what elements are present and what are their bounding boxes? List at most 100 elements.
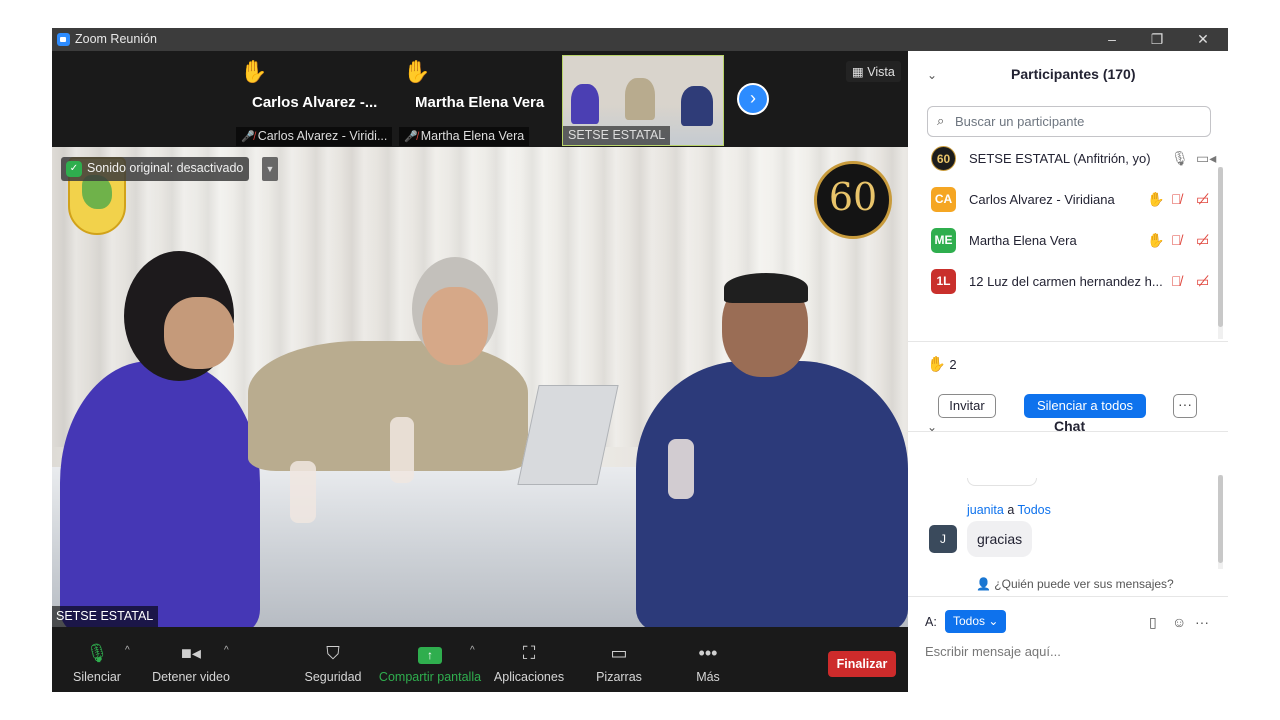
raised-hand-icon: ✋ bbox=[1147, 191, 1165, 207]
avatar: J bbox=[929, 525, 957, 553]
zoom-app-icon bbox=[57, 33, 70, 46]
whiteboards-button[interactable]: ▭ Pizarras bbox=[592, 627, 646, 692]
emoji-icon[interactable]: ☺ bbox=[1172, 614, 1186, 630]
share-options-caret[interactable]: ^ bbox=[470, 645, 475, 656]
raised-hand-icon: ✋ bbox=[240, 59, 268, 84]
stop-video-label: Detener video bbox=[152, 670, 230, 684]
person-center bbox=[248, 341, 528, 471]
view-label: Vista bbox=[867, 65, 895, 79]
tile-label: 🎤̸ Carlos Alvarez - Viridi... bbox=[236, 127, 393, 146]
video-camera-icon[interactable]: ▭◂ bbox=[1196, 150, 1216, 167]
to-word: a bbox=[1007, 503, 1015, 517]
raised-hand-icon: ✋ bbox=[1147, 232, 1165, 248]
scrollbar-thumb[interactable] bbox=[1218, 475, 1223, 563]
more-icon: ••• bbox=[698, 643, 718, 663]
tile-label-text: Martha Elena Vera bbox=[420, 129, 525, 143]
share-screen-label: Compartir pantalla bbox=[378, 670, 482, 684]
raised-hand-icon: ✋ bbox=[927, 356, 946, 373]
more-options-button[interactable]: ··· bbox=[1173, 394, 1197, 418]
video-off-icon[interactable]: ▭̸ bbox=[1196, 191, 1209, 208]
participant-row[interactable]: ME Martha Elena Vera ✋ 🎙̸ ▭̸ bbox=[927, 223, 1217, 259]
search-placeholder: Buscar un participante bbox=[955, 114, 1085, 129]
chat-scrollbar[interactable] bbox=[1218, 475, 1223, 569]
participant-row[interactable]: 1L 12 Luz del carmen hernandez h... 🎙̸ ▭… bbox=[927, 264, 1217, 300]
mic-muted-icon[interactable]: 🎙̸ bbox=[1171, 232, 1182, 248]
participant-row[interactable]: 60 SETSE ESTATAL (Anfitrión, yo) 🎙 ▭◂ bbox=[927, 141, 1217, 177]
divider bbox=[908, 341, 1228, 342]
speaker-label: SETSE ESTATAL bbox=[52, 606, 159, 627]
stop-video-button[interactable]: ■◂ Detener video bbox=[148, 627, 234, 692]
more-icon[interactable]: ··· bbox=[1195, 614, 1209, 630]
apps-icon: ⛶ bbox=[522, 643, 536, 663]
microphone-icon[interactable]: 🎙 bbox=[1171, 150, 1189, 167]
tile-label: 🎤̸ Martha Elena Vera bbox=[399, 127, 530, 146]
participant-row[interactable]: CA Carlos Alvarez - Viridiana ✋ 🎙̸ ▭̸ bbox=[927, 182, 1217, 218]
next-page-button[interactable]: › bbox=[737, 83, 769, 115]
invite-button[interactable]: Invitar bbox=[938, 394, 996, 418]
mic-muted-icon[interactable]: 🎙̸ bbox=[1171, 273, 1182, 289]
share-screen-icon: ↑ bbox=[378, 643, 482, 665]
mute-button[interactable]: 🎙 Silenciar bbox=[68, 627, 126, 692]
shield-icon: ⛉ bbox=[326, 643, 340, 663]
participant-name: Martha Elena Vera bbox=[969, 233, 1077, 248]
original-sound-notice[interactable]: ✓ Sonido original: desactivado bbox=[61, 157, 250, 181]
to-label: A: bbox=[925, 615, 937, 629]
video-person bbox=[625, 78, 655, 120]
tile-label-text: Carlos Alvarez - Viridi... bbox=[257, 129, 388, 143]
participant-name: 12 Luz del carmen hernandez h... bbox=[969, 274, 1163, 289]
avatar: 60 bbox=[931, 146, 956, 171]
main-video: ✓ Sonido original: desactivado ▼ 60 SETS… bbox=[52, 147, 908, 627]
previous-message-bubble bbox=[967, 478, 1037, 486]
more-button[interactable]: ••• Más bbox=[682, 627, 734, 692]
chat-message-input[interactable] bbox=[925, 641, 1215, 661]
who-can-see-link[interactable]: 👤 ¿Quién puede ver sus mensajes? bbox=[976, 577, 1174, 591]
video-area: ✋ Carlos Alvarez -... 🎤̸ Carlos Alvarez -… bbox=[52, 51, 908, 692]
minimize-button[interactable]: – bbox=[1089, 28, 1135, 51]
file-icon[interactable]: ▯ bbox=[1149, 614, 1157, 631]
end-meeting-button[interactable]: Finalizar bbox=[828, 651, 896, 677]
mic-muted-icon: 🎤̸ bbox=[241, 131, 255, 143]
participant-name: SETSE ESTATAL (Anfitrión, yo) bbox=[969, 151, 1151, 166]
video-off-icon[interactable]: ▭̸ bbox=[1196, 232, 1209, 249]
audio-options-caret[interactable]: ^ bbox=[125, 645, 130, 656]
chat-message: gracias bbox=[967, 521, 1033, 557]
anniversary-60-logo-text: 60 bbox=[828, 175, 878, 219]
person-center-face bbox=[422, 287, 488, 365]
participants-scrollbar[interactable] bbox=[1218, 167, 1223, 339]
recipient-name: Todos bbox=[1017, 503, 1051, 517]
scrollbar-thumb[interactable] bbox=[1218, 167, 1223, 327]
recipient-select[interactable]: Todos ⌄ bbox=[945, 610, 1007, 633]
mute-all-button[interactable]: Silenciar a todos bbox=[1024, 394, 1146, 418]
water-bottle bbox=[290, 461, 316, 523]
who-can-see-text: ¿Quién puede ver sus mensajes? bbox=[994, 577, 1174, 591]
raised-hands-count: 2 bbox=[949, 357, 957, 372]
video-person bbox=[681, 86, 713, 126]
chat-compose: A: Todos ⌄ ▯ ☺ ··· bbox=[908, 596, 1228, 692]
close-button[interactable]: ✕ bbox=[1180, 28, 1226, 51]
participant-search-input[interactable]: ⌕ Buscar un participante bbox=[927, 106, 1211, 137]
view-button[interactable]: ▦ Vista bbox=[846, 61, 901, 82]
apps-label: Aplicaciones bbox=[493, 670, 565, 684]
mic-muted-icon: 🎤̸ bbox=[404, 131, 418, 143]
recipient-select-value: Todos bbox=[953, 614, 986, 628]
avatar: 1L bbox=[931, 269, 956, 294]
water-bottle bbox=[668, 439, 694, 499]
mic-muted-icon[interactable]: 🎙̸ bbox=[1171, 191, 1182, 207]
video-options-caret[interactable]: ^ bbox=[224, 645, 229, 656]
mute-label: Silenciar bbox=[73, 670, 121, 684]
participant-tile-video[interactable]: SETSE ESTATAL bbox=[562, 55, 724, 146]
security-button[interactable]: ⛉ Seguridad bbox=[302, 627, 364, 692]
original-sound-menu-caret[interactable]: ▼ bbox=[262, 157, 278, 181]
share-screen-button[interactable]: ↑ Compartir pantalla bbox=[378, 627, 482, 692]
message-sender: juanita a Todos bbox=[967, 503, 1051, 517]
participant-tile[interactable]: ✋ Martha Elena Vera 🎤̸ Martha Elena Vera bbox=[399, 55, 559, 146]
participant-tile[interactable]: ✋ Carlos Alvarez -... 🎤̸ Carlos Alvarez -… bbox=[236, 55, 396, 146]
apps-button[interactable]: ⛶ Aplicaciones bbox=[492, 627, 566, 692]
security-label: Seguridad bbox=[304, 670, 362, 684]
restore-button[interactable]: ❐ bbox=[1134, 28, 1180, 51]
zoom-window: Zoom Reunión – ❐ ✕ ✋ Carlos Alvarez -...… bbox=[52, 28, 1228, 692]
collapse-chevron-icon[interactable]: ⌄ bbox=[927, 420, 937, 434]
collapse-chevron-icon[interactable]: ⌄ bbox=[927, 68, 937, 82]
video-off-icon[interactable]: ▭̸ bbox=[1196, 273, 1209, 290]
avatar: ME bbox=[931, 228, 956, 253]
